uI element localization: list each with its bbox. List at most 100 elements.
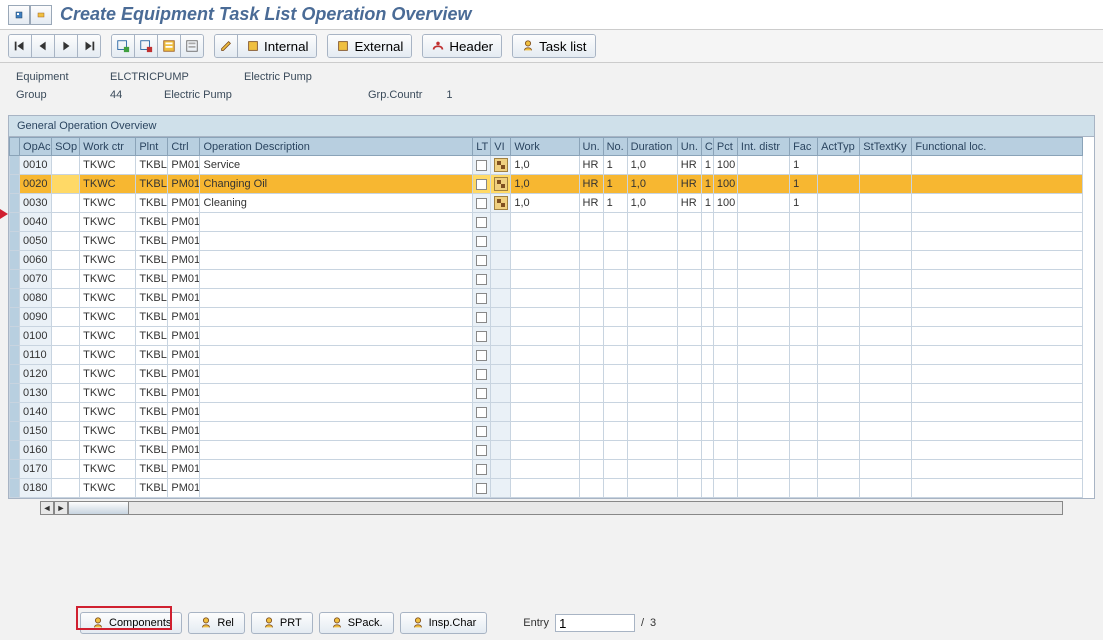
- prt-button[interactable]: PRT: [251, 612, 313, 634]
- cell-pct[interactable]: [713, 232, 737, 251]
- cell-c[interactable]: 1: [701, 156, 713, 175]
- cell-ctrl[interactable]: PM01: [168, 403, 200, 422]
- table-row[interactable]: 0060TKWCTKBLPM01: [10, 251, 1083, 270]
- cell-dur[interactable]: [627, 422, 677, 441]
- cell-desc[interactable]: [200, 403, 473, 422]
- cell-opac[interactable]: 0020: [20, 175, 52, 194]
- cell-workctr[interactable]: TKWC: [80, 232, 136, 251]
- cell-pct[interactable]: 100: [713, 175, 737, 194]
- cell-c[interactable]: [701, 346, 713, 365]
- cell-sttextky[interactable]: [860, 194, 912, 213]
- cell-c[interactable]: [701, 384, 713, 403]
- cell-opac[interactable]: 0150: [20, 422, 52, 441]
- cell-funcloc[interactable]: [912, 194, 1083, 213]
- cell-dur[interactable]: [627, 213, 677, 232]
- col-18[interactable]: StTextKy: [860, 138, 912, 156]
- cell-un2[interactable]: [677, 232, 701, 251]
- cell-work[interactable]: [511, 308, 579, 327]
- table-row[interactable]: 0140TKWCTKBLPM01: [10, 403, 1083, 422]
- select-all-icon[interactable]: [158, 35, 181, 57]
- cell-fac[interactable]: [790, 422, 818, 441]
- cell-c[interactable]: 1: [701, 194, 713, 213]
- prev-button[interactable]: [32, 35, 55, 57]
- table-row[interactable]: 0040TKWCTKBLPM01: [10, 213, 1083, 232]
- cell-pct[interactable]: [713, 403, 737, 422]
- cell-no[interactable]: [603, 365, 627, 384]
- cell-sttextky[interactable]: [860, 156, 912, 175]
- col-17[interactable]: ActTyp: [818, 138, 860, 156]
- cell-acttyp[interactable]: [818, 270, 860, 289]
- cell-opac[interactable]: 0010: [20, 156, 52, 175]
- row-select[interactable]: [10, 346, 20, 365]
- row-select[interactable]: [10, 460, 20, 479]
- cell-vi[interactable]: [491, 194, 511, 213]
- col-9[interactable]: Un.: [579, 138, 603, 156]
- row-select[interactable]: [10, 479, 20, 498]
- cell-intdistr[interactable]: [737, 289, 789, 308]
- cell-dur[interactable]: [627, 365, 677, 384]
- cell-fac[interactable]: 1: [790, 156, 818, 175]
- cell-fac[interactable]: [790, 441, 818, 460]
- cell-work[interactable]: [511, 441, 579, 460]
- cell-sttextky[interactable]: [860, 232, 912, 251]
- cell-pct[interactable]: [713, 346, 737, 365]
- cell-c[interactable]: 1: [701, 175, 713, 194]
- internal-button[interactable]: Internal: [238, 35, 316, 57]
- cell-plnt[interactable]: TKBL: [136, 156, 168, 175]
- checkbox-icon[interactable]: [476, 369, 487, 380]
- table-row[interactable]: 0070TKWCTKBLPM01: [10, 270, 1083, 289]
- rel-button[interactable]: Rel: [188, 612, 245, 634]
- cell-no[interactable]: [603, 441, 627, 460]
- table-row[interactable]: 0110TKWCTKBLPM01: [10, 346, 1083, 365]
- col-select[interactable]: [10, 138, 20, 156]
- cell-acttyp[interactable]: [818, 175, 860, 194]
- row-select[interactable]: [10, 327, 20, 346]
- cell-sop[interactable]: [52, 403, 80, 422]
- cell-c[interactable]: [701, 289, 713, 308]
- cell-vi[interactable]: [491, 384, 511, 403]
- cell-un1[interactable]: [579, 479, 603, 498]
- cell-no[interactable]: 1: [603, 156, 627, 175]
- cell-c[interactable]: [701, 270, 713, 289]
- cell-sttextky[interactable]: [860, 213, 912, 232]
- cell-no[interactable]: [603, 460, 627, 479]
- checkbox-icon[interactable]: [476, 312, 487, 323]
- cell-pct[interactable]: [713, 441, 737, 460]
- cell-sttextky[interactable]: [860, 460, 912, 479]
- cell-ctrl[interactable]: PM01: [168, 175, 200, 194]
- checkbox-icon[interactable]: [476, 236, 487, 247]
- col-19[interactable]: Functional loc.: [912, 138, 1083, 156]
- cell-acttyp[interactable]: [818, 365, 860, 384]
- cell-fac[interactable]: [790, 213, 818, 232]
- cell-work[interactable]: [511, 384, 579, 403]
- cell-sop[interactable]: [52, 479, 80, 498]
- col-6[interactable]: LT: [473, 138, 491, 156]
- cell-desc[interactable]: [200, 460, 473, 479]
- table-row[interactable]: 0130TKWCTKBLPM01: [10, 384, 1083, 403]
- table-row[interactable]: 0050TKWCTKBLPM01: [10, 232, 1083, 251]
- scroll-left-icon[interactable]: ◄: [40, 501, 54, 515]
- col-11[interactable]: Duration: [627, 138, 677, 156]
- cell-fac[interactable]: 1: [790, 194, 818, 213]
- cell-plnt[interactable]: TKBL: [136, 422, 168, 441]
- cell-sop[interactable]: [52, 251, 80, 270]
- cell-sttextky[interactable]: [860, 270, 912, 289]
- cell-un2[interactable]: [677, 213, 701, 232]
- cell-un2[interactable]: [677, 270, 701, 289]
- cell-plnt[interactable]: TKBL: [136, 251, 168, 270]
- cell-work[interactable]: [511, 460, 579, 479]
- cell-pct[interactable]: [713, 327, 737, 346]
- cell-funcloc[interactable]: [912, 384, 1083, 403]
- cell-plnt[interactable]: TKBL: [136, 289, 168, 308]
- cell-un2[interactable]: HR: [677, 156, 701, 175]
- cell-un1[interactable]: [579, 365, 603, 384]
- cell-fac[interactable]: [790, 460, 818, 479]
- cell-opac[interactable]: 0160: [20, 441, 52, 460]
- cell-plnt[interactable]: TKBL: [136, 460, 168, 479]
- cell-dur[interactable]: [627, 460, 677, 479]
- cell-intdistr[interactable]: [737, 251, 789, 270]
- cell-c[interactable]: [701, 232, 713, 251]
- header-button[interactable]: Header: [423, 35, 501, 57]
- cell-no[interactable]: [603, 327, 627, 346]
- deselect-icon[interactable]: [181, 35, 203, 57]
